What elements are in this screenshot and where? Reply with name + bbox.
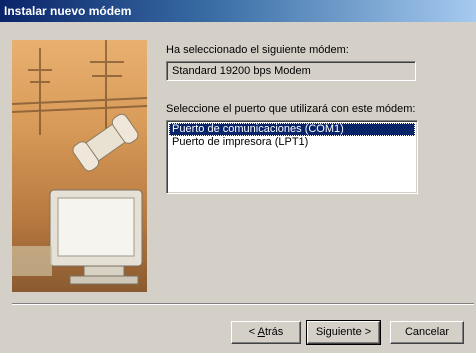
selected-modem-label: Ha seleccionado el siguiente módem: xyxy=(166,44,349,56)
back-button[interactable]: < Atrás xyxy=(231,321,301,344)
port-label: Seleccione el puerto que utilizará con e… xyxy=(166,103,416,115)
modem-wizard-illustration xyxy=(12,40,147,292)
button-separator xyxy=(12,303,474,305)
back-button-rest: trás xyxy=(264,326,284,338)
illustration-graphic xyxy=(12,40,147,285)
back-button-prefix: < xyxy=(248,326,258,338)
port-listbox[interactable]: Puerto de comunicaciones (COM1) Puerto d… xyxy=(166,120,418,194)
cancel-button[interactable]: Cancelar xyxy=(390,321,464,344)
selected-modem-field: Standard 19200 bps Modem xyxy=(166,61,416,81)
back-button-mnemonic: A xyxy=(257,326,265,338)
next-button[interactable]: Siguiente > xyxy=(306,320,381,345)
port-item-com1[interactable]: Puerto de comunicaciones (COM1) xyxy=(169,123,415,136)
port-item-lpt1[interactable]: Puerto de impresora (LPT1) xyxy=(169,136,415,149)
window-title: Instalar nuevo módem xyxy=(4,4,132,18)
install-modem-dialog: Instalar nuevo módem Ha seleccionado el … xyxy=(0,0,476,353)
title-bar[interactable]: Instalar nuevo módem xyxy=(0,0,476,22)
